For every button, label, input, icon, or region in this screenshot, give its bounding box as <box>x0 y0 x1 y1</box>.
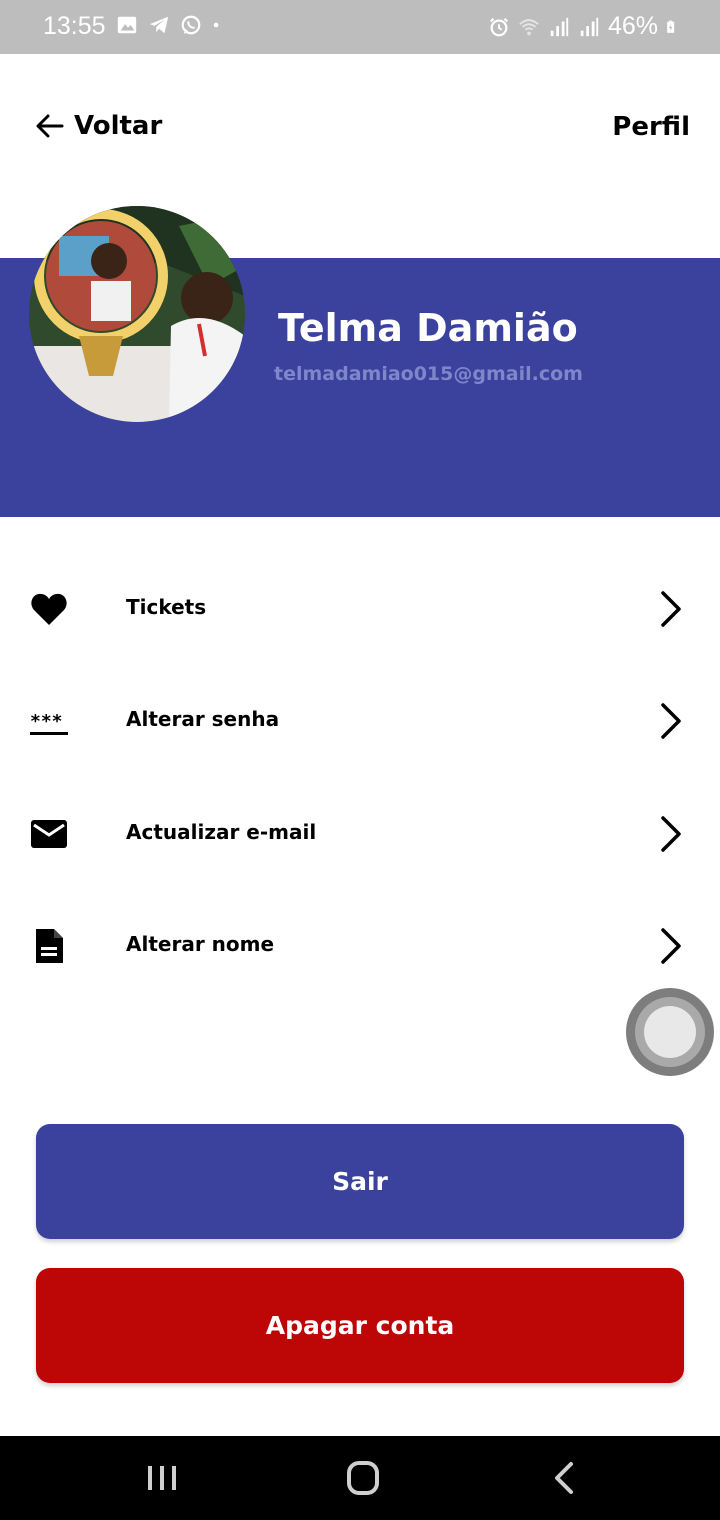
profile-name: Telma Damião <box>278 306 578 350</box>
chevron-right-icon <box>661 703 681 739</box>
delete-account-button[interactable]: Apagar conta <box>36 1268 684 1383</box>
status-time: 13:55 <box>43 12 106 40</box>
document-icon <box>36 929 63 963</box>
status-notification-icons <box>116 14 226 36</box>
avatar <box>29 206 245 422</box>
heart-icon <box>31 593 67 625</box>
menu-item-label: Alterar senha <box>126 707 280 731</box>
avatar-photo <box>29 206 245 422</box>
status-system-icons: 46% <box>488 12 680 41</box>
whatsapp-icon <box>181 15 201 35</box>
wifi-icon <box>519 18 539 35</box>
chevron-right-icon <box>661 816 681 852</box>
chevron-right-icon <box>661 928 681 964</box>
password-icon: *** <box>30 711 68 735</box>
profile-email: telmadamiao015@gmail.com <box>274 363 583 385</box>
menu-item-tickets[interactable]: Tickets <box>0 569 720 649</box>
mail-icon <box>31 820 67 848</box>
logout-button[interactable]: Sair <box>36 1124 684 1239</box>
menu-item-label: Actualizar e-mail <box>126 820 317 844</box>
dot-icon <box>213 22 219 28</box>
telegram-icon <box>149 16 169 34</box>
status-bar: 13:55 46% <box>0 0 720 54</box>
gallery-icon <box>117 16 137 34</box>
chevron-right-icon <box>661 591 681 627</box>
alarm-icon <box>489 17 508 36</box>
menu-item-update-email[interactable]: Actualizar e-mail <box>0 794 720 874</box>
signal-icon <box>550 17 569 36</box>
menu-item-label: Alterar nome <box>126 932 275 956</box>
arrow-left-icon <box>36 114 64 138</box>
assistive-touch-button[interactable] <box>626 988 714 1076</box>
navigation-bar <box>0 1436 720 1520</box>
page-title: Perfil <box>612 112 690 142</box>
recent-apps-icon[interactable] <box>132 1458 192 1498</box>
back-nav-icon[interactable] <box>535 1458 595 1498</box>
back-button[interactable]: Voltar <box>34 110 162 142</box>
menu-item-label: Tickets <box>126 595 207 619</box>
battery-percent: 46% <box>607 12 658 40</box>
menu-item-change-password[interactable]: *** Alterar senha <box>0 681 720 761</box>
signal-icon <box>580 17 599 36</box>
back-label: Voltar <box>74 111 163 141</box>
svg-text:***: *** <box>30 711 63 732</box>
home-icon[interactable] <box>333 1458 393 1498</box>
menu-item-change-name[interactable]: Alterar nome <box>0 906 720 986</box>
battery-charging-icon <box>667 20 675 33</box>
assistive-touch-core <box>644 1006 696 1058</box>
